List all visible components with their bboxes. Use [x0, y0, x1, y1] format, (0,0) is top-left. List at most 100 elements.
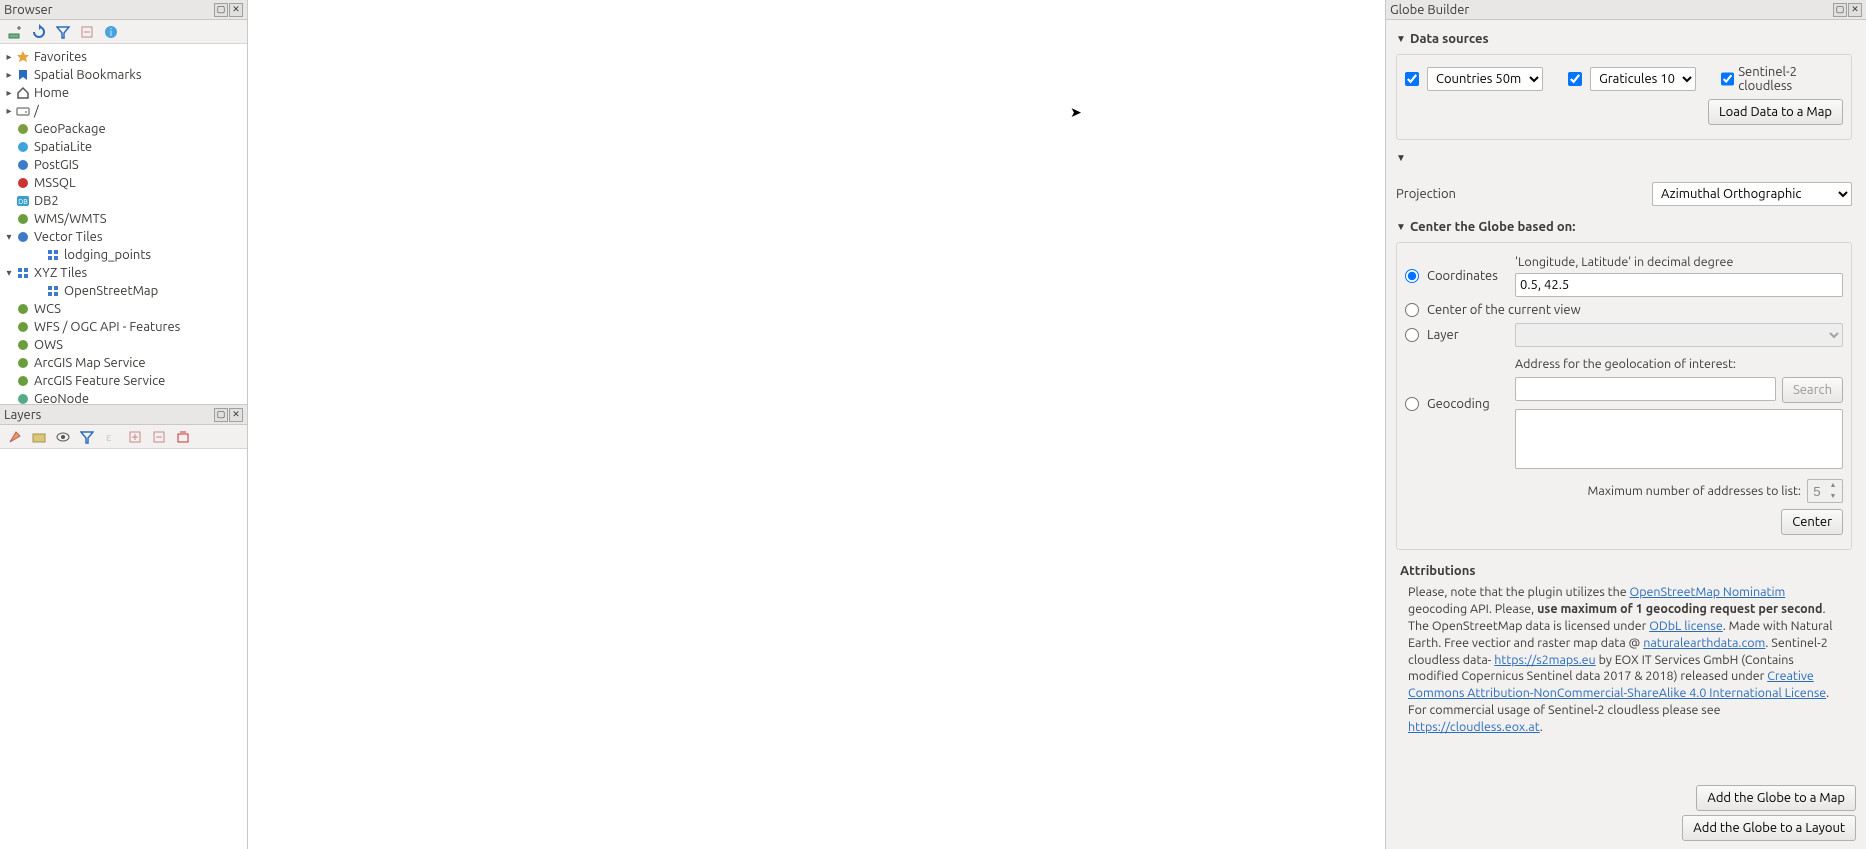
- coordinates-radio[interactable]: [1405, 269, 1419, 283]
- layer-radio[interactable]: [1405, 328, 1419, 342]
- filter-icon[interactable]: [54, 23, 72, 41]
- geocoding-label: Geocoding: [1427, 397, 1507, 411]
- tree-item-label: WMS/WMTS: [32, 212, 107, 226]
- max-addresses-spinner[interactable]: ▲▼: [1807, 479, 1843, 503]
- browser-title: Browser: [4, 3, 53, 17]
- tree-item-label: OpenStreetMap: [62, 284, 158, 298]
- countries-select[interactable]: Countries 50m: [1427, 67, 1543, 91]
- center-view-label: Center of the current view: [1427, 303, 1581, 317]
- map-canvas[interactable]: [248, 0, 1386, 849]
- layers-expand-icon[interactable]: [126, 428, 144, 446]
- browser-item-vector-tiles[interactable]: ▾Vector Tiles: [0, 228, 247, 246]
- svg-text:DB: DB: [18, 198, 28, 206]
- sentinel-checkbox[interactable]: Sentinel-2 cloudless: [1721, 65, 1843, 93]
- spinner-up-icon[interactable]: ▲: [1826, 480, 1840, 491]
- coordinates-input[interactable]: [1515, 273, 1843, 297]
- geocoding-radio[interactable]: [1405, 397, 1419, 411]
- tree-item-label: MSSQL: [32, 176, 76, 190]
- attributions-header: Attributions: [1396, 558, 1852, 582]
- tree-item-label: Home: [32, 86, 69, 100]
- browser-item-geopackage[interactable]: GeoPackage: [0, 120, 247, 138]
- coordinates-label: Coordinates: [1427, 269, 1507, 283]
- browser-item-spatialite[interactable]: SpatiaLite: [0, 138, 247, 156]
- cloudless-link[interactable]: https://cloudless.eox.at: [1408, 720, 1540, 734]
- center-globe-group: Coordinates 'Longitude, Latitude' in dec…: [1396, 242, 1852, 550]
- spinner-down-icon[interactable]: ▼: [1826, 491, 1840, 502]
- browser-item-db2[interactable]: DBDB2: [0, 192, 247, 210]
- tree-caret-icon: ▾: [4, 231, 14, 243]
- arcgis-icon: [14, 374, 32, 388]
- browser-item-ows[interactable]: OWS: [0, 336, 247, 354]
- countries-checkbox[interactable]: [1405, 72, 1419, 86]
- grid-icon: [14, 266, 32, 280]
- center-globe-header[interactable]: ▼ Center the Globe based on:: [1396, 216, 1852, 242]
- browser-item-mssql[interactable]: MSSQL: [0, 174, 247, 192]
- layers-toolbar: ε: [0, 425, 247, 449]
- center-button[interactable]: Center: [1781, 509, 1843, 535]
- browser-item-favorites[interactable]: ▸Favorites: [0, 48, 247, 66]
- collapse-all-icon[interactable]: [78, 23, 96, 41]
- layer-select[interactable]: [1515, 323, 1843, 347]
- spatialite-icon: [14, 140, 32, 154]
- browser-item-openstreetmap[interactable]: OpenStreetMap: [0, 282, 247, 300]
- address-input[interactable]: [1515, 377, 1776, 401]
- browser-dock-icon[interactable]: ▢: [214, 3, 228, 17]
- tree-item-label: XYZ Tiles: [32, 266, 87, 280]
- properties-icon[interactable]: i: [102, 23, 120, 41]
- projection-select[interactable]: Azimuthal Orthographic: [1652, 182, 1852, 206]
- data-sources-header[interactable]: ▼ Data sources: [1396, 28, 1852, 54]
- browser-item-geonode[interactable]: GeoNode: [0, 390, 247, 404]
- grid-icon: [44, 248, 62, 262]
- wcs-icon: [14, 302, 32, 316]
- browser-item-postgis[interactable]: PostGIS: [0, 156, 247, 174]
- browser-item-wms-wmts[interactable]: WMS/WMTS: [0, 210, 247, 228]
- search-button[interactable]: Search: [1782, 377, 1843, 403]
- browser-item-spatial-bookmarks[interactable]: ▸Spatial Bookmarks: [0, 66, 247, 84]
- graticules-select[interactable]: Graticules 10: [1590, 67, 1696, 91]
- browser-item-home[interactable]: ▸Home: [0, 84, 247, 102]
- browser-item-wcs[interactable]: WCS: [0, 300, 247, 318]
- load-data-button[interactable]: Load Data to a Map: [1708, 99, 1843, 125]
- layers-close-icon[interactable]: ✕: [229, 408, 243, 422]
- odbl-link[interactable]: ODbL license: [1649, 619, 1723, 633]
- layers-filter-icon[interactable]: [78, 428, 96, 446]
- grid-icon: [44, 284, 62, 298]
- layers-add-group-icon[interactable]: [30, 428, 48, 446]
- browser-item-arcgis-feature-service[interactable]: ArcGIS Feature Service: [0, 372, 247, 390]
- geocoding-results[interactable]: [1515, 409, 1843, 469]
- layers-remove-icon[interactable]: [174, 428, 192, 446]
- globe-close-icon[interactable]: ✕: [1848, 3, 1862, 17]
- layers-style-icon[interactable]: [6, 428, 24, 446]
- globe-title: Globe Builder: [1390, 3, 1469, 17]
- layers-visibility-icon[interactable]: [54, 428, 72, 446]
- add-globe-map-button[interactable]: Add the Globe to a Map: [1696, 785, 1856, 811]
- layers-collapse-icon[interactable]: [150, 428, 168, 446]
- browser-item-xyz-tiles[interactable]: ▾XYZ Tiles: [0, 264, 247, 282]
- gpkg-icon: [14, 122, 32, 136]
- layers-dock-icon[interactable]: ▢: [214, 408, 228, 422]
- nominatim-link[interactable]: OpenStreetMap Nominatim: [1630, 585, 1786, 599]
- layer-label: Layer: [1427, 328, 1507, 342]
- tree-item-label: /: [32, 104, 39, 118]
- star-icon: [14, 50, 32, 64]
- naturalearth-link[interactable]: naturalearthdata.com: [1643, 636, 1765, 650]
- center-view-radio[interactable]: [1405, 303, 1419, 317]
- add-globe-layout-button[interactable]: Add the Globe to a Layout: [1682, 815, 1856, 841]
- address-label: Address for the geolocation of interest:: [1515, 357, 1843, 371]
- s2maps-link[interactable]: https://s2maps.eu: [1494, 653, 1595, 667]
- drive-icon: [14, 104, 32, 118]
- globe-dock-icon[interactable]: ▢: [1833, 3, 1847, 17]
- browser-item-lodging-points[interactable]: lodging_points: [0, 246, 247, 264]
- browser-toolbar: i: [0, 20, 247, 44]
- browser-item-wfs-ogc-api-features[interactable]: WFS / OGC API - Features: [0, 318, 247, 336]
- arcgis-icon: [14, 356, 32, 370]
- layers-expression-icon[interactable]: ε: [102, 428, 120, 446]
- browser-close-icon[interactable]: ✕: [229, 3, 243, 17]
- add-layers-icon[interactable]: [6, 23, 24, 41]
- refresh-icon[interactable]: [30, 23, 48, 41]
- projection-section-toggle[interactable]: ▼: [1396, 148, 1852, 172]
- browser-item--[interactable]: ▸/: [0, 102, 247, 120]
- svg-text:ε: ε: [106, 432, 112, 444]
- browser-item-arcgis-map-service[interactable]: ArcGIS Map Service: [0, 354, 247, 372]
- graticules-checkbox[interactable]: [1568, 72, 1582, 86]
